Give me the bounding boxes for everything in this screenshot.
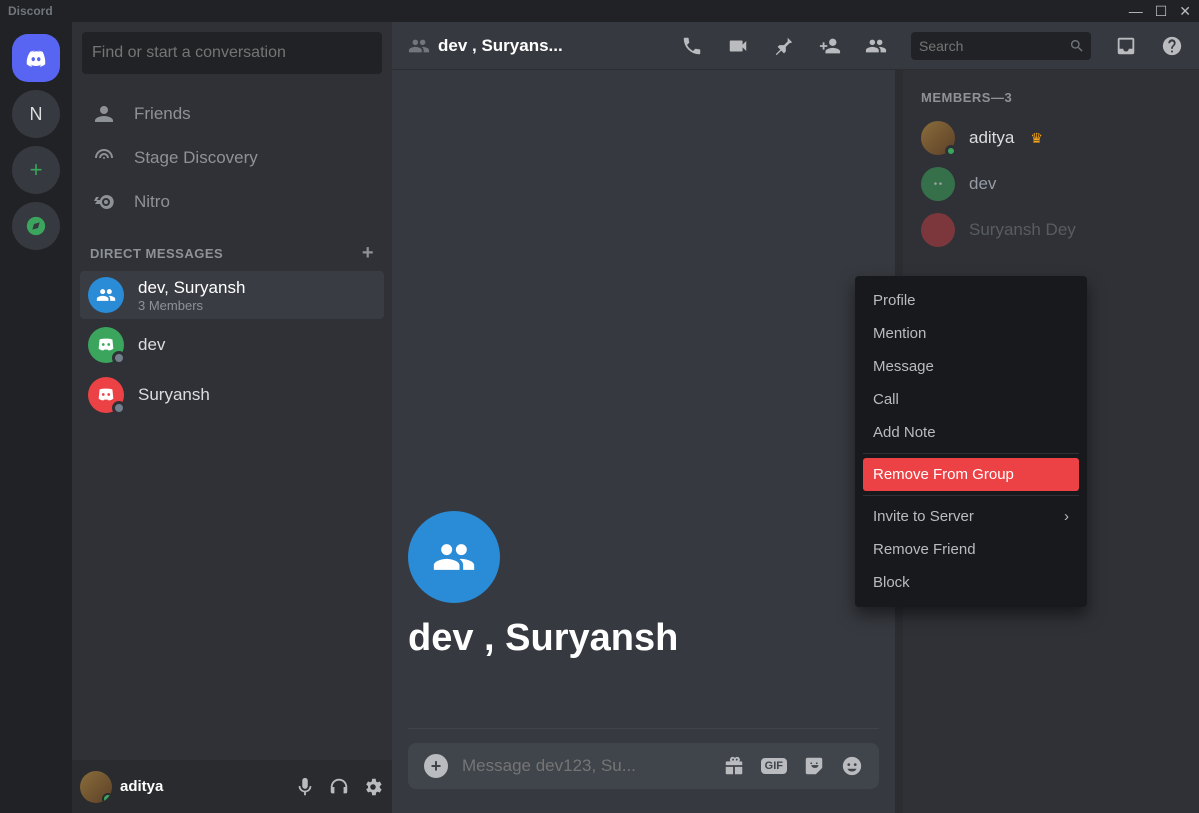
minimize-icon[interactable]: — <box>1129 3 1143 20</box>
current-user-avatar[interactable] <box>80 771 112 803</box>
friends-nav[interactable]: Friends <box>80 92 384 136</box>
dm-name: dev, Suryansh <box>138 278 245 298</box>
status-offline-icon <box>112 401 126 415</box>
friends-label: Friends <box>134 104 191 124</box>
divider <box>408 728 879 729</box>
member-context-menu: Profile Mention Message Call Add Note Re… <box>855 276 1087 607</box>
ctx-remove-friend[interactable]: Remove Friend <box>863 533 1079 566</box>
dm-subtitle: 3 Members <box>138 298 245 313</box>
video-call-icon[interactable] <box>727 35 749 57</box>
owner-crown-icon: ♛ <box>1030 130 1043 147</box>
ctx-mention[interactable]: Mention <box>863 317 1079 350</box>
member-name: dev <box>969 174 996 194</box>
mute-icon[interactable] <box>294 776 316 798</box>
nitro-icon <box>92 190 116 214</box>
home-button[interactable] <box>12 34 60 82</box>
stage-nav[interactable]: Stage Discovery <box>80 136 384 180</box>
attach-button[interactable]: + <box>424 754 448 778</box>
members-header: MEMBERS—3 <box>913 90 1189 117</box>
status-offline-icon <box>112 351 126 365</box>
discord-face-icon <box>928 174 948 194</box>
user-avatar <box>88 377 124 413</box>
stage-icon <box>92 146 116 170</box>
chat-title: dev , Suryans... <box>438 36 563 56</box>
stage-label: Stage Discovery <box>134 148 258 168</box>
ctx-remove-from-group[interactable]: Remove From Group <box>863 458 1079 491</box>
status-online-icon <box>945 145 957 157</box>
member-avatar <box>921 121 955 155</box>
guild-item[interactable]: N <box>12 90 60 138</box>
dm-item-group[interactable]: dev, Suryansh 3 Members <box>80 271 384 319</box>
start-call-icon[interactable] <box>681 35 703 57</box>
current-user-name: aditya <box>120 778 286 795</box>
ctx-invite-to-server[interactable]: Invite to Server› <box>863 500 1079 533</box>
ctx-call[interactable]: Call <box>863 383 1079 416</box>
welcome-block: dev , Suryansh <box>408 511 879 660</box>
dm-header: DIRECT MESSAGES + <box>72 224 392 271</box>
chat-header: dev , Suryans... <box>392 22 1199 70</box>
ctx-separator <box>863 453 1079 454</box>
message-input[interactable] <box>462 756 709 776</box>
dm-name: dev <box>138 335 165 355</box>
titlebar: Discord — ☐ ✕ <box>0 0 1199 22</box>
ctx-add-note[interactable]: Add Note <box>863 416 1079 449</box>
sticker-icon[interactable] <box>803 755 825 777</box>
status-online-icon <box>102 793 112 803</box>
emoji-icon[interactable] <box>841 755 863 777</box>
ctx-separator <box>863 495 1079 496</box>
people-icon <box>432 535 476 579</box>
discord-logo-icon <box>25 47 47 69</box>
app-name: Discord <box>8 4 53 18</box>
member-list-icon[interactable] <box>865 35 887 57</box>
ctx-profile[interactable]: Profile <box>863 284 1079 317</box>
people-icon <box>408 35 430 57</box>
explore-button[interactable] <box>12 202 60 250</box>
compass-icon <box>25 215 47 237</box>
messages-area: dev , Suryansh + GIF <box>392 70 895 813</box>
add-server-button[interactable]: + <box>12 146 60 194</box>
member-item[interactable]: Suryansh Dey <box>913 209 1189 251</box>
member-name: aditya <box>969 128 1014 148</box>
window-controls: — ☐ ✕ <box>1129 3 1191 20</box>
inbox-icon[interactable] <box>1115 35 1137 57</box>
member-item[interactable]: aditya ♛ <box>913 117 1189 159</box>
people-icon <box>96 285 116 305</box>
user-avatar <box>88 327 124 363</box>
welcome-title: dev , Suryansh <box>408 617 678 660</box>
friends-icon <box>92 102 116 126</box>
pinned-icon[interactable] <box>773 35 795 57</box>
member-name: Suryansh Dey <box>969 220 1076 240</box>
dm-sidebar: Friends Stage Discovery Nitro DIRECT MES… <box>72 22 392 813</box>
help-icon[interactable] <box>1161 35 1183 57</box>
deafen-icon[interactable] <box>328 776 350 798</box>
gif-button[interactable]: GIF <box>761 758 787 774</box>
member-avatar <box>921 213 955 247</box>
dm-item-user[interactable]: Suryansh <box>80 371 384 419</box>
dm-item-user[interactable]: dev <box>80 321 384 369</box>
guilds-column: N + <box>0 22 72 813</box>
search-icon <box>1069 38 1085 54</box>
settings-icon[interactable] <box>362 776 384 798</box>
message-search-input[interactable] <box>911 32 1091 60</box>
user-panel: aditya <box>72 760 392 813</box>
create-dm-button[interactable]: + <box>362 242 374 265</box>
welcome-avatar <box>408 511 500 603</box>
dm-header-label: DIRECT MESSAGES <box>90 246 223 261</box>
group-avatar <box>88 277 124 313</box>
member-item[interactable]: dev <box>913 163 1189 205</box>
ctx-block[interactable]: Block <box>863 566 1079 599</box>
add-friends-icon[interactable] <box>819 35 841 57</box>
chevron-right-icon: › <box>1064 508 1069 525</box>
gift-icon[interactable] <box>723 755 745 777</box>
message-composer: + GIF <box>408 743 879 789</box>
maximize-icon[interactable]: ☐ <box>1155 3 1168 20</box>
ctx-message[interactable]: Message <box>863 350 1079 383</box>
dm-name: Suryansh <box>138 385 210 405</box>
conversation-search-input[interactable] <box>82 32 382 74</box>
close-icon[interactable]: ✕ <box>1179 3 1191 20</box>
nitro-label: Nitro <box>134 192 170 212</box>
nitro-nav[interactable]: Nitro <box>80 180 384 224</box>
member-avatar <box>921 167 955 201</box>
